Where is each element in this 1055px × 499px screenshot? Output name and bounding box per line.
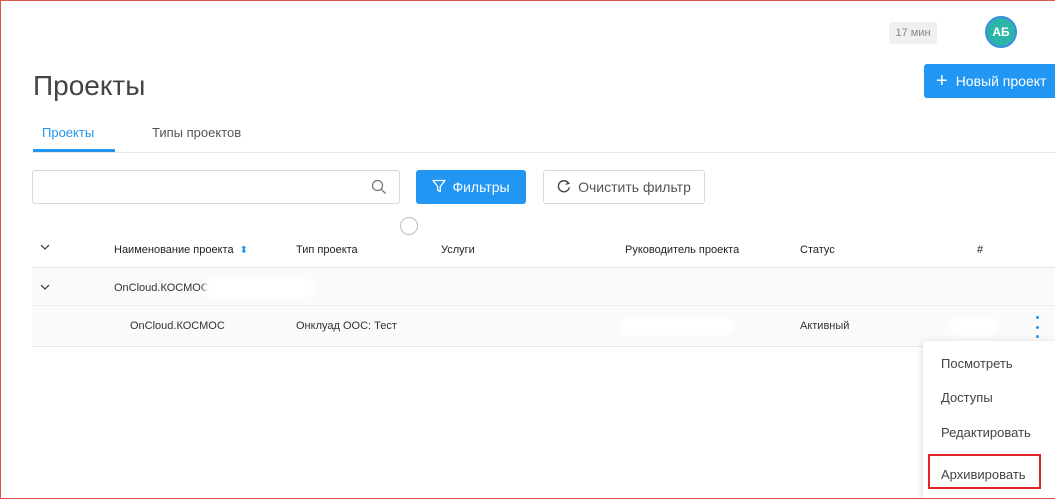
menu-item-access[interactable]: Доступы	[941, 390, 993, 405]
filters-label: Фильтры	[452, 179, 510, 195]
column-header-status: Статус	[800, 244, 835, 256]
more-actions-icon[interactable]	[1030, 314, 1044, 340]
menu-item-view[interactable]: Посмотреть	[941, 356, 1013, 371]
plus-icon: +	[936, 70, 948, 92]
tab-projects[interactable]: Проекты	[42, 125, 94, 140]
search-input[interactable]	[41, 172, 361, 202]
avatar[interactable]: АБ	[985, 16, 1017, 48]
active-tab-indicator	[33, 149, 115, 152]
tab-project-types[interactable]: Типы проектов	[152, 125, 241, 140]
column-header-actions: #	[977, 244, 984, 256]
funnel-icon	[432, 179, 447, 196]
project-status: Активный	[800, 320, 850, 332]
column-header-name[interactable]: Наименование проекта ⬍	[114, 244, 248, 256]
column-header-name-label: Наименование проекта	[114, 244, 234, 256]
table-header: Наименование проекта ⬍ Тип проекта Услуги…	[32, 232, 1055, 268]
redacted-id	[950, 316, 998, 336]
archive-highlight-box	[928, 454, 1041, 489]
clear-filter-button[interactable]: Очистить фильтр	[543, 170, 705, 204]
sort-icon[interactable]: ⬍	[240, 245, 248, 256]
collapse-all-chevron-icon[interactable]	[40, 242, 50, 255]
session-time: 17 мин	[889, 22, 937, 44]
page-title: Проекты	[33, 70, 146, 101]
new-project-label: Новый проект	[955, 73, 1047, 89]
column-header-manager: Руководитель проекта	[625, 244, 740, 256]
menu-item-edit[interactable]: Редактировать	[941, 425, 1031, 440]
redacted-manager	[620, 318, 734, 336]
group-name: OnCloud.КОСМОС	[114, 282, 209, 294]
tab-bar: Проекты Типы проектов	[33, 115, 1055, 153]
redacted-area	[204, 278, 314, 298]
search-box	[32, 170, 400, 204]
table-row[interactable]: OnCloud.КОСМОС Онклуад ООС: Тест Активны…	[32, 306, 1055, 347]
filters-button[interactable]: Фильтры	[416, 170, 526, 204]
group-chevron-icon[interactable]	[40, 282, 50, 295]
refresh-icon	[557, 179, 571, 196]
clear-filter-label: Очистить фильтр	[578, 179, 691, 195]
column-header-services: Услуги	[441, 244, 475, 256]
project-name[interactable]: OnCloud.КОСМОС	[130, 320, 225, 332]
new-project-button[interactable]: + Новый проект	[924, 64, 1055, 98]
table-group-row[interactable]: OnCloud.КОСМОС	[32, 268, 1055, 306]
search-icon[interactable]	[371, 179, 387, 200]
project-type: Онклуад ООС: Тест	[296, 320, 397, 332]
column-header-type: Тип проекта	[296, 244, 358, 256]
